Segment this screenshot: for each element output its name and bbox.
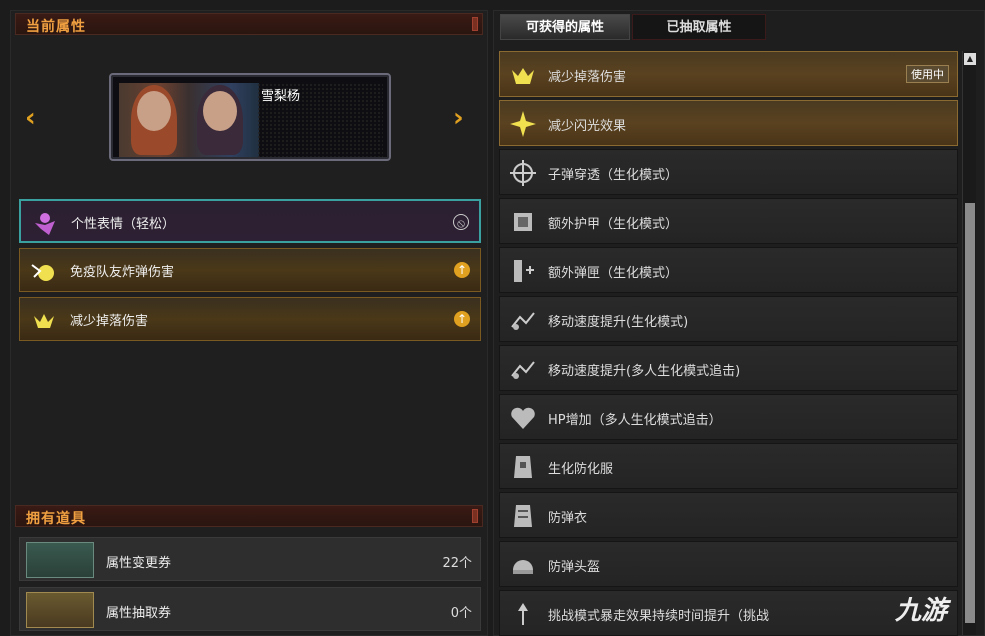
item-label: 属性抽取券: [106, 606, 172, 621]
attribute-label: 免疫队友炸弹伤害: [70, 265, 175, 280]
attribute-row[interactable]: 减少掉落伤害 ↑: [19, 297, 481, 341]
attribute-row[interactable]: 免疫队友炸弹伤害 ↑: [19, 248, 481, 292]
list-item-label: 额外弹匣（生化模式）: [548, 266, 679, 281]
list-item-label: 子弹穿透（生化模式）: [548, 168, 679, 183]
upgrade-icon[interactable]: ↑: [454, 311, 470, 327]
list-item-label: 防弹头盔: [548, 560, 601, 575]
list-item[interactable]: 移动速度提升(多人生化模式追击): [499, 345, 958, 391]
list-item-label: 挑战模式暴走效果持续时间提升（挑战: [548, 609, 770, 624]
item-count: 22个: [442, 556, 472, 571]
item-row[interactable]: 属性变更券 22个: [19, 537, 481, 581]
hazmat-suit-icon: [514, 456, 532, 478]
list-item[interactable]: 额外弹匣（生化模式）: [499, 247, 958, 293]
next-arrow-icon[interactable]: ›: [453, 103, 464, 133]
tab-drawn-attributes[interactable]: 已抽取属性: [632, 14, 766, 40]
attribute-change-ticket-icon: [26, 542, 94, 578]
watermark-logo: 九游: [895, 596, 948, 626]
current-attributes-panel: 当前属性 ‹ › 雪梨杨 个性表情（轻松） ⦸ 免疫队友炸弹伤害 ↑ 减少掉落伤…: [10, 10, 488, 636]
list-item[interactable]: 挑战模式暴走效果持续时间提升（挑战: [499, 590, 958, 636]
list-item[interactable]: 减少掉落伤害 使用中: [499, 51, 958, 97]
bomb-immunity-icon: [31, 264, 54, 281]
list-item[interactable]: 防弹头盔: [499, 541, 958, 587]
attribute-list-panel: 可获得的属性 已抽取属性 减少掉落伤害 使用中 减少闪光效果 子弹穿透（生化模式…: [493, 10, 985, 636]
prev-arrow-icon[interactable]: ‹: [25, 103, 36, 133]
list-item[interactable]: 生化防化服: [499, 443, 958, 489]
list-item-label: 防弹衣: [548, 511, 588, 526]
attribute-draw-ticket-icon: [26, 592, 94, 628]
flash-reduction-icon: [510, 111, 536, 137]
scroll-thumb[interactable]: [965, 203, 975, 623]
list-item-label: 移动速度提升(多人生化模式追击): [548, 364, 741, 379]
character-name: 雪梨杨: [261, 89, 301, 104]
attribute-row[interactable]: 个性表情（轻松） ⦸: [19, 199, 481, 243]
hp-increase-icon: [511, 407, 535, 429]
move-speed-icon: [511, 361, 535, 379]
upgrade-icon[interactable]: ↑: [454, 262, 470, 278]
bullet-penetration-icon: [510, 160, 536, 186]
list-item-label: 减少闪光效果: [548, 119, 627, 134]
current-attributes-header: 当前属性: [15, 13, 483, 35]
extra-armor-icon: [514, 213, 532, 231]
tab-available-attributes[interactable]: 可获得的属性: [500, 14, 630, 40]
item-label: 属性变更券: [106, 556, 172, 571]
list-item-label: 生化防化服: [548, 462, 614, 477]
in-use-badge: 使用中: [906, 65, 949, 83]
attribute-label: 个性表情（轻松）: [71, 217, 176, 232]
list-item-label: 额外护甲（生化模式）: [548, 217, 679, 232]
attribute-label: 减少掉落伤害: [70, 314, 149, 329]
emote-icon: [35, 213, 55, 235]
move-speed-icon: [511, 312, 535, 330]
list-item[interactable]: 子弹穿透（生化模式）: [499, 149, 958, 195]
list-item[interactable]: 移动速度提升(生化模式): [499, 296, 958, 342]
list-item[interactable]: 减少闪光效果: [499, 100, 958, 146]
scroll-up-icon[interactable]: ▲: [964, 53, 976, 65]
list-item[interactable]: HP增加（多人生化模式追击）: [499, 394, 958, 440]
item-count: 0个: [450, 606, 472, 621]
list-item-label: HP增加（多人生化模式追击）: [548, 413, 722, 428]
fall-damage-icon: [34, 314, 54, 328]
extra-magazine-icon: [514, 260, 534, 282]
item-row[interactable]: 属性抽取券 0个: [19, 587, 481, 631]
current-attributes-title: 当前属性: [26, 19, 86, 35]
list-item-label: 移动速度提升(生化模式): [548, 315, 689, 330]
challenge-mode-icon: [518, 603, 528, 625]
list-item[interactable]: 防弹衣: [499, 492, 958, 538]
owned-items-title: 拥有道具: [26, 511, 86, 527]
list-item[interactable]: 额外护甲（生化模式）: [499, 198, 958, 244]
disable-icon[interactable]: ⦸: [453, 214, 469, 230]
header-cap: [472, 17, 478, 31]
header-cap: [472, 509, 478, 523]
fall-damage-icon: [512, 68, 534, 84]
character-portrait-card[interactable]: 雪梨杨: [109, 73, 391, 161]
owned-items-header: 拥有道具: [15, 505, 483, 527]
list-item-label: 减少掉落伤害: [548, 70, 627, 85]
helmet-icon: [513, 560, 533, 574]
list-scrollbar[interactable]: ▲: [962, 51, 976, 635]
body-armor-icon: [514, 505, 532, 527]
character-portrait-image: [119, 83, 259, 157]
